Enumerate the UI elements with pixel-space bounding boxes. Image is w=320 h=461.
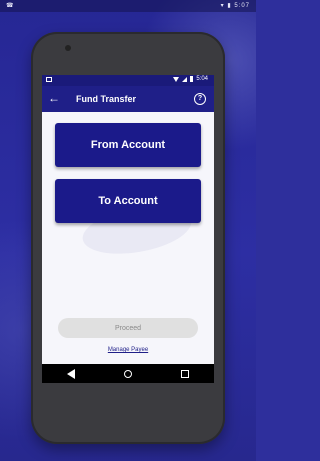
to-account-button[interactable]: To Account: [55, 179, 201, 223]
signal-icon: [182, 76, 188, 82]
status-bar: 5:04: [42, 75, 214, 86]
status-time: 5:04: [196, 76, 208, 82]
system-navigation-bar: [42, 364, 214, 383]
proceed-button[interactable]: Proceed: [58, 318, 198, 338]
proceed-label: Proceed: [114, 324, 142, 332]
nav-back-icon[interactable]: [66, 368, 75, 379]
to-account-label: To Account: [98, 195, 158, 207]
main-content: From Account To Account Proceed Manage P…: [42, 112, 214, 366]
from-account-label: From Account: [90, 139, 166, 151]
outer-status-bar: ☎ ▾ ▮ 5:07: [0, 0, 256, 12]
app-bar: ← Fund Transfer ?: [42, 86, 214, 112]
help-icon[interactable]: ?: [194, 93, 206, 105]
status-icons: 5:04: [173, 76, 208, 82]
outer-status-right: ▾ ▮ 5:07: [220, 3, 250, 9]
from-account-button[interactable]: From Account: [55, 123, 201, 167]
nav-home-icon[interactable]: [123, 369, 132, 378]
image-notification-icon: [46, 77, 52, 82]
battery-icon: [190, 76, 194, 82]
front-camera: [65, 45, 71, 51]
back-arrow-icon[interactable]: ←: [48, 91, 60, 105]
nav-recents-icon[interactable]: [181, 369, 190, 378]
page-title: Fund Transfer: [76, 94, 137, 104]
outer-status-left: ☎: [6, 3, 14, 9]
manage-payee-link[interactable]: Manage Payee: [42, 347, 214, 353]
phone-screen: 5:04 ← Fund Transfer ? From Account To A…: [42, 75, 214, 383]
wifi-icon: [173, 76, 180, 82]
